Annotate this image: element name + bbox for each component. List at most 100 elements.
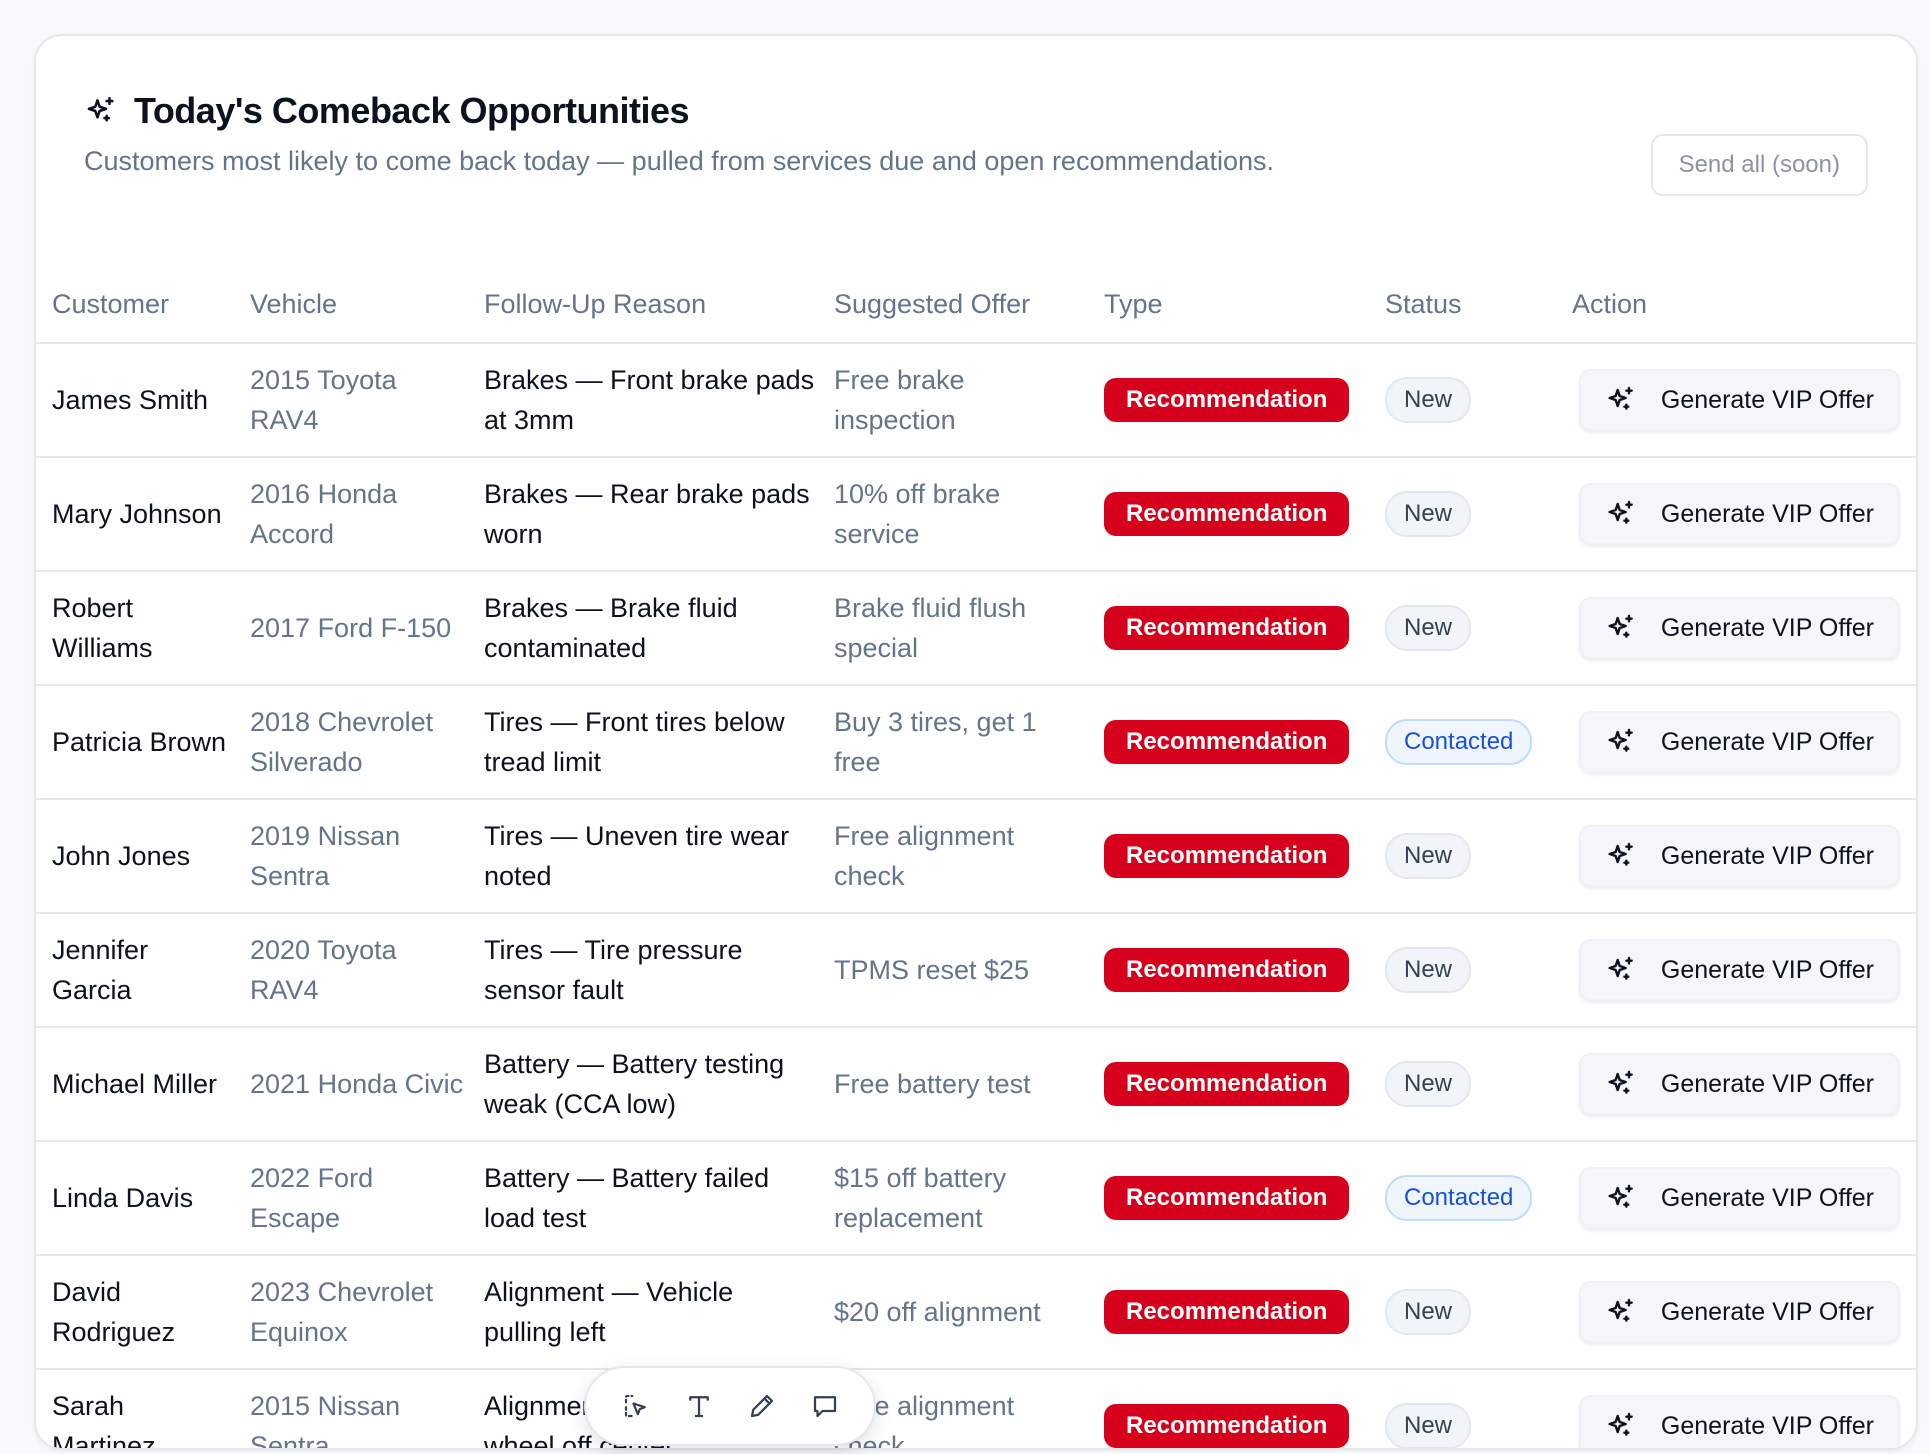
type-badge: Recommendation xyxy=(1104,378,1350,422)
customer-name: Sarah Martinez xyxy=(52,1391,156,1450)
customer-name: John Jones xyxy=(52,841,191,871)
floating-annotation-toolbar xyxy=(584,1366,876,1446)
column-header-type: Type xyxy=(1104,266,1385,344)
sparkles-icon xyxy=(1605,1182,1637,1214)
opportunities-table: Customer Vehicle Follow-Up Reason Sugges… xyxy=(36,266,1916,1450)
generate-vip-offer-button[interactable]: Generate VIP Offer xyxy=(1578,597,1900,659)
column-header-status: Status xyxy=(1385,266,1572,344)
status-badge: New xyxy=(1385,491,1472,537)
customer-name: Mary Johnson xyxy=(52,499,222,529)
table-row: Michael Miller 2021 Honda Civic Battery — … xyxy=(36,1027,1916,1142)
type-badge: Recommendation xyxy=(1104,606,1350,650)
generate-vip-offer-label: Generate VIP Offer xyxy=(1660,841,1874,870)
customer-name: Michael Miller xyxy=(52,1069,218,1099)
sparkles-icon xyxy=(1605,384,1637,416)
generate-vip-offer-label: Generate VIP Offer xyxy=(1660,499,1874,528)
vehicle-name: 2018 Chevrolet Silverado xyxy=(250,707,434,777)
type-badge: Recommendation xyxy=(1104,1290,1350,1334)
generate-vip-offer-button[interactable]: Generate VIP Offer xyxy=(1578,825,1900,887)
generate-vip-offer-button[interactable]: Generate VIP Offer xyxy=(1578,1053,1900,1115)
follow-up-reason: Battery — Battery testing weak (CCA low) xyxy=(484,1049,785,1119)
type-badge: Recommendation xyxy=(1104,720,1350,764)
column-header-customer: Customer xyxy=(36,266,250,344)
sparkles-icon xyxy=(1605,954,1637,986)
generate-vip-offer-button[interactable]: Generate VIP Offer xyxy=(1578,1395,1900,1448)
table-row: John Jones 2019 Nissan Sentra Tires — Unev… xyxy=(36,799,1916,914)
table-body: James Smith 2015 Toyota RAV4 Brakes — Fron… xyxy=(36,343,1916,1450)
vehicle-name: 2022 Ford Escape xyxy=(250,1163,374,1233)
pen-icon[interactable] xyxy=(742,1386,782,1426)
column-header-suggested-offer: Suggested Offer xyxy=(834,266,1104,344)
page-subtitle: Customers most likely to come back today… xyxy=(84,146,1275,176)
suggested-offer: Buy 3 tires, get 1 free xyxy=(834,707,1037,777)
column-header-vehicle: Vehicle xyxy=(250,266,484,344)
follow-up-reason: Tires — Front tires below tread limit xyxy=(484,707,785,777)
table-row: Robert Williams 2017 Ford F-150 Brakes — B… xyxy=(36,571,1916,686)
follow-up-reason: Brakes — Brake fluid contaminated xyxy=(484,593,738,663)
status-badge: Contacted xyxy=(1385,719,1533,765)
status-badge: New xyxy=(1385,1061,1472,1107)
suggested-offer: Free alignment check xyxy=(834,821,1015,891)
suggested-offer: $15 off battery replacement xyxy=(834,1163,1007,1233)
customer-name: James Smith xyxy=(52,385,209,415)
type-badge: Recommendation xyxy=(1104,948,1350,992)
sparkles-icon xyxy=(1605,1410,1637,1442)
column-header-action: Action xyxy=(1572,266,1916,344)
select-icon[interactable] xyxy=(616,1386,656,1426)
sparkles-icon xyxy=(1605,1296,1637,1328)
sparkles-icon xyxy=(1605,612,1637,644)
status-badge: Contacted xyxy=(1385,1175,1533,1221)
type-badge: Recommendation xyxy=(1104,834,1350,878)
follow-up-reason: Brakes — Rear brake pads worn xyxy=(484,479,810,549)
follow-up-reason: Battery — Battery failed load test xyxy=(484,1163,770,1233)
generate-vip-offer-label: Generate VIP Offer xyxy=(1660,1297,1874,1326)
title-row: Today's Comeback Opportunities xyxy=(84,90,1868,132)
vehicle-name: 2020 Toyota RAV4 xyxy=(250,935,397,1005)
generate-vip-offer-label: Generate VIP Offer xyxy=(1660,1411,1874,1440)
generate-vip-offer-button[interactable]: Generate VIP Offer xyxy=(1578,711,1900,773)
vehicle-name: 2021 Honda Civic xyxy=(250,1069,464,1099)
generate-vip-offer-label: Generate VIP Offer xyxy=(1660,1183,1874,1212)
generate-vip-offer-label: Generate VIP Offer xyxy=(1660,955,1874,984)
type-badge: Recommendation xyxy=(1104,1062,1350,1106)
table-row: Mary Johnson 2016 Honda Accord Brakes — Re… xyxy=(36,457,1916,572)
type-badge: Recommendation xyxy=(1104,1404,1350,1448)
table-row: James Smith 2015 Toyota RAV4 Brakes — Fron… xyxy=(36,343,1916,458)
comeback-opportunities-card: Today's Comeback Opportunities Customers… xyxy=(34,34,1918,1450)
customer-name: Robert Williams xyxy=(52,593,153,663)
customer-name: Linda Davis xyxy=(52,1183,194,1213)
text-icon[interactable] xyxy=(679,1386,719,1426)
status-badge: New xyxy=(1385,1289,1472,1335)
status-badge: New xyxy=(1385,947,1472,993)
table-header-row: Customer Vehicle Follow-Up Reason Sugges… xyxy=(36,266,1916,344)
vehicle-name: 2017 Ford F-150 xyxy=(250,613,452,643)
vehicle-name: 2016 Honda Accord xyxy=(250,479,398,549)
customer-name: Jennifer Garcia xyxy=(52,935,149,1005)
suggested-offer: $20 off alignment xyxy=(834,1297,1041,1327)
sparkles-icon xyxy=(1605,498,1637,530)
follow-up-reason: Alignment — Vehicle pulling left xyxy=(484,1277,734,1347)
status-badge: New xyxy=(1385,605,1472,651)
vehicle-name: 2019 Nissan Sentra xyxy=(250,821,401,891)
card-header: Today's Comeback Opportunities Customers… xyxy=(84,90,1868,220)
generate-vip-offer-button[interactable]: Generate VIP Offer xyxy=(1578,939,1900,1001)
generate-vip-offer-button[interactable]: Generate VIP Offer xyxy=(1578,483,1900,545)
page-title: Today's Comeback Opportunities xyxy=(134,90,690,131)
generate-vip-offer-button[interactable]: Generate VIP Offer xyxy=(1578,1167,1900,1229)
suggested-offer: Free battery test xyxy=(834,1069,1031,1099)
sparkles-icon xyxy=(1605,1068,1637,1100)
follow-up-reason: Tires — Tire pressure sensor fault xyxy=(484,935,743,1005)
generate-vip-offer-button[interactable]: Generate VIP Offer xyxy=(1578,1281,1900,1343)
vehicle-name: 2015 Nissan Sentra xyxy=(250,1391,401,1450)
suggested-offer: TPMS reset $25 xyxy=(834,955,1030,985)
send-all-button[interactable]: Send all (soon) xyxy=(1650,134,1868,196)
generate-vip-offer-label: Generate VIP Offer xyxy=(1660,727,1874,756)
generate-vip-offer-button[interactable]: Generate VIP Offer xyxy=(1578,369,1900,431)
table-row: Jennifer Garcia 2020 Toyota RAV4 Tires — T… xyxy=(36,913,1916,1028)
generate-vip-offer-label: Generate VIP Offer xyxy=(1660,1069,1874,1098)
follow-up-reason: Tires — Uneven tire wear noted xyxy=(484,821,790,891)
generate-vip-offer-label: Generate VIP Offer xyxy=(1660,613,1874,642)
table-row: Linda Davis 2022 Ford Escape Battery — Bat… xyxy=(36,1141,1916,1256)
comment-icon[interactable] xyxy=(805,1386,845,1426)
suggested-offer: 10% off brake service xyxy=(834,479,1001,549)
